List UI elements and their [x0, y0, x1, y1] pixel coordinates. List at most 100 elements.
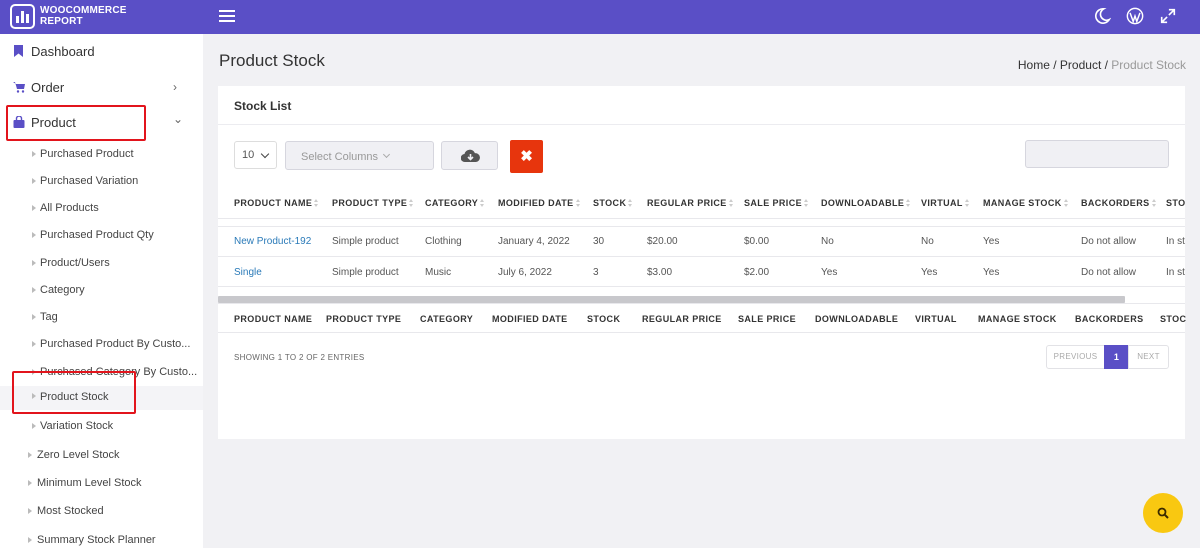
- footer-column-header: PRODUCT TYPE: [326, 314, 402, 324]
- stock-list-card: Stock List 10 Select Columns ✖ PRODUCT N…: [218, 86, 1187, 439]
- footer-column-header: PRODUCT NAME: [234, 314, 313, 324]
- footer-column-header: DOWNLOADABLE: [815, 314, 899, 324]
- menu-icon[interactable]: [219, 10, 235, 22]
- product-name-link[interactable]: New Product-192: [234, 236, 311, 247]
- sidebar-subitem-tag[interactable]: Tag: [0, 310, 203, 332]
- caret-icon: [28, 452, 32, 458]
- download-button[interactable]: [441, 141, 498, 170]
- sidebar-item-minimum-level-stock[interactable]: Minimum Level Stock: [0, 476, 203, 498]
- chevron-down-icon: ⌄: [173, 112, 184, 126]
- search-input[interactable]: [1025, 140, 1169, 168]
- column-header[interactable]: PRODUCT TYPE: [332, 198, 414, 208]
- column-header[interactable]: STOCK: [593, 198, 633, 208]
- sidebar-subitem-purchased-product-qty[interactable]: Purchased Product Qty: [0, 228, 203, 250]
- moon-icon[interactable]: [1093, 7, 1113, 27]
- sidebar-subitem-product-users[interactable]: Product/Users: [0, 256, 203, 278]
- caret-icon: [32, 178, 36, 184]
- table-cell: 3: [593, 267, 599, 278]
- previous-page-button[interactable]: PREVIOUS: [1046, 345, 1105, 369]
- table-cell: No: [921, 236, 934, 247]
- column-header[interactable]: DOWNLOADABLE: [821, 198, 911, 208]
- footer-column-header: STOC: [1160, 314, 1187, 324]
- sidebar-subitem-all-products[interactable]: All Products: [0, 201, 203, 223]
- page-1-button[interactable]: 1: [1104, 345, 1129, 369]
- wordpress-icon[interactable]: [1126, 7, 1146, 27]
- chevron-right-icon: ›: [173, 80, 177, 94]
- caret-icon: [28, 480, 32, 486]
- sidebar-subitem-purchased-product[interactable]: Purchased Product: [0, 147, 203, 169]
- column-header[interactable]: PRODUCT NAME: [234, 198, 319, 208]
- table-cell: Yes: [921, 267, 938, 278]
- sidebar-item-order[interactable]: Order ›: [0, 80, 203, 100]
- column-header[interactable]: BACKORDERS: [1081, 198, 1157, 208]
- column-header[interactable]: MANAGE STOCK: [983, 198, 1069, 208]
- next-page-button[interactable]: NEXT: [1128, 345, 1169, 369]
- chevron-down-icon: [260, 149, 270, 159]
- breadcrumb-home[interactable]: Home: [1018, 58, 1050, 72]
- highlight-box: [6, 105, 146, 141]
- sidebar-subitem-purchased-product-by-customer[interactable]: Purchased Product By Custo...: [0, 337, 203, 359]
- bookmark-icon: [13, 45, 25, 57]
- sidebar-subitem-variation-stock[interactable]: Variation Stock: [0, 419, 203, 441]
- sidebar-item-label: Dashboard: [31, 44, 95, 59]
- table-cell: $3.00: [647, 267, 673, 278]
- horizontal-scrollbar[interactable]: [218, 296, 1125, 303]
- product-name-link[interactable]: Single: [234, 267, 262, 278]
- table-cell: Do not allow: [1081, 267, 1137, 278]
- footer-column-header: BACKORDERS: [1075, 314, 1144, 324]
- table-cell: January 4, 2022: [498, 236, 570, 247]
- sidebar-subitem-purchased-variation[interactable]: Purchased Variation: [0, 174, 203, 196]
- page-title: Product Stock: [219, 51, 325, 70]
- caret-icon: [32, 287, 36, 293]
- entries-info: SHOWING 1 TO 2 OF 2 ENTRIES: [234, 353, 365, 362]
- column-header[interactable]: MODIFIED DATE: [498, 198, 581, 208]
- brand-name: WOOCOMMERCE REPORT: [40, 5, 127, 27]
- cart-icon: [13, 81, 25, 93]
- sidebar-item-zero-level-stock[interactable]: Zero Level Stock: [0, 448, 203, 470]
- sort-icon: [804, 199, 809, 208]
- cloud-download-icon: [461, 149, 480, 163]
- breadcrumb-current: Product Stock: [1111, 58, 1186, 72]
- breadcrumb: Home / Product / Product Stock: [1017, 58, 1186, 72]
- footer-column-header: STOCK: [587, 314, 621, 324]
- sort-icon: [575, 199, 581, 208]
- chevron-down-icon: [382, 150, 391, 159]
- clear-button[interactable]: ✖: [510, 140, 543, 173]
- sidebar-subitem-category[interactable]: Category: [0, 283, 203, 305]
- column-header[interactable]: STO: [1166, 198, 1186, 208]
- page-length-select[interactable]: 10: [234, 141, 277, 169]
- caret-icon: [32, 314, 36, 320]
- top-bar: WOOCOMMERCE REPORT: [0, 0, 1200, 34]
- column-header[interactable]: REGULAR PRICE: [647, 198, 734, 208]
- floating-search-button[interactable]: [1143, 493, 1183, 533]
- table-cell: Yes: [983, 236, 1000, 247]
- sort-icon: [409, 199, 414, 208]
- caret-icon: [32, 341, 36, 347]
- card-title: Stock List: [234, 99, 292, 113]
- table-cell: Yes: [983, 267, 1000, 278]
- expand-icon[interactable]: [1159, 7, 1179, 27]
- column-header[interactable]: SALE PRICE: [744, 198, 809, 208]
- sort-icon: [964, 199, 970, 208]
- search-icon: [1157, 507, 1169, 519]
- footer-column-header: REGULAR PRICE: [642, 314, 722, 324]
- table-cell: Music: [425, 267, 452, 278]
- sort-icon: [480, 199, 485, 208]
- table-cell: $0.00: [744, 236, 770, 247]
- column-header[interactable]: VIRTUAL: [921, 198, 970, 208]
- table-cell: Clothing: [425, 236, 462, 247]
- breadcrumb-product[interactable]: Product: [1060, 58, 1101, 72]
- table-cell: July 6, 2022: [498, 267, 552, 278]
- caret-icon: [32, 205, 36, 211]
- footer-column-header: SALE PRICE: [738, 314, 797, 324]
- sidebar-item-summary-stock-planner[interactable]: Summary Stock Planner: [0, 533, 203, 548]
- sidebar-item-dashboard[interactable]: Dashboard: [0, 44, 203, 64]
- sidebar-item-most-stocked[interactable]: Most Stocked: [0, 504, 203, 526]
- table-cell: Simple product: [332, 236, 399, 247]
- select-columns-dropdown[interactable]: Select Columns: [285, 141, 434, 170]
- table-cell: Do not allow: [1081, 236, 1137, 247]
- sidebar-item-label: Order: [31, 80, 65, 95]
- column-header[interactable]: CATEGORY: [425, 198, 485, 208]
- table-cell: $20.00: [647, 236, 678, 247]
- sort-icon: [728, 199, 734, 208]
